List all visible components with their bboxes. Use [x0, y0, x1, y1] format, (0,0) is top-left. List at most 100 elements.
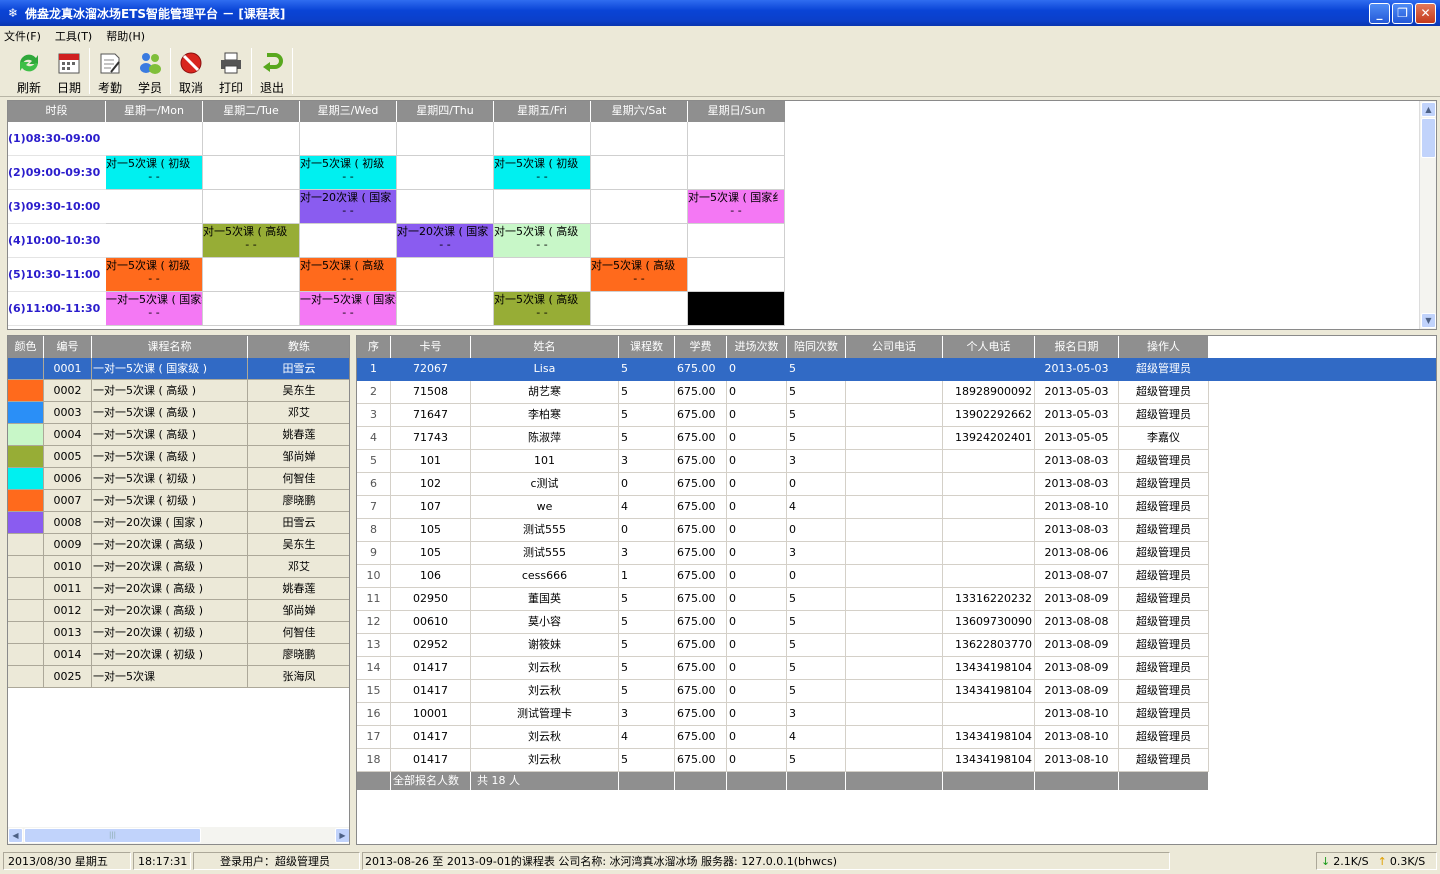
course-row[interactable]: 0003 一对一5次课 ( 高级 ) 邓艾 [8, 402, 349, 424]
timetable-class-cell[interactable]: 对一5次课 ( 高级 - - [300, 258, 397, 292]
course-column-header[interactable]: 颜色 [8, 336, 44, 358]
timetable-class-cell[interactable] [688, 292, 785, 326]
timetable-class-cell[interactable]: 对一5次课 ( 高级 - - [494, 292, 591, 326]
timetable-cell[interactable] [203, 258, 300, 292]
course-row[interactable]: 0014 一对一20次课 ( 初级 ) 廖晓鹏 [8, 644, 349, 666]
cancel-button[interactable]: 取消 [171, 45, 211, 97]
timetable-cell[interactable] [106, 122, 203, 156]
student-column-header[interactable]: 学费 [675, 336, 727, 358]
student-column-header[interactable]: 报名日期 [1035, 336, 1119, 358]
timetable-cell[interactable] [397, 292, 494, 326]
timetable-class-cell[interactable]: 对一5次课 ( 国家纟 - - [688, 190, 785, 224]
timetable-cell[interactable] [397, 258, 494, 292]
student-row[interactable]: 8 105 测试555 0 675.00 0 0 2013-08-03 超级管理员 [357, 519, 1436, 542]
timetable-cell[interactable] [688, 224, 785, 258]
student-column-header[interactable]: 卡号 [391, 336, 471, 358]
timetable-cell[interactable] [591, 156, 688, 190]
course-column-header[interactable]: 教练 [248, 336, 349, 358]
course-column-header[interactable]: 编号 [44, 336, 92, 358]
timetable-class-cell[interactable]: 一对一5次课 ( 国家级 - - [300, 292, 397, 326]
timetable-scrollbar[interactable]: ▲ ▼ [1419, 101, 1436, 329]
timetable-class-cell[interactable]: 对一5次课 ( 初级 - - [494, 156, 591, 190]
course-row[interactable]: 0004 一对一5次课 ( 高级 ) 姚春莲 [8, 424, 349, 446]
hscroll-thumb[interactable]: ||| [24, 828, 201, 843]
student-row[interactable]: 1 72067 Lisa 5 675.00 0 5 2013-05-03 超级管理员 [357, 358, 1436, 381]
timetable-cell[interactable] [203, 292, 300, 326]
attendance-button[interactable]: 考勤 [90, 45, 130, 97]
timetable-class-cell[interactable]: 对一5次课 ( 初级 - - [106, 156, 203, 190]
timetable-cell[interactable] [397, 122, 494, 156]
student-row[interactable]: 17 01417 刘云秋 4 675.00 0 4 13434198104 2013-08-10… [357, 726, 1436, 749]
student-column-header[interactable]: 公司电话 [846, 336, 943, 358]
scroll-left-arrow-icon[interactable]: ◀ [8, 828, 23, 843]
course-list-hscrollbar[interactable]: ◀ ||| ▶ [8, 827, 349, 844]
exit-button[interactable]: 退出 [252, 45, 292, 97]
course-row[interactable]: 0007 一对一5次课 ( 初级 ) 廖晓鹏 [8, 490, 349, 512]
student-row[interactable]: 4 71743 陈淑萍 5 675.00 0 5 13924202401 2013-05-05 李… [357, 427, 1436, 450]
course-row[interactable]: 0012 一对一20次课 ( 高级 ) 邹尚婵 [8, 600, 349, 622]
minimize-button[interactable]: _ [1369, 2, 1390, 24]
timetable-class-cell[interactable]: 对一5次课 ( 初级 - - [106, 258, 203, 292]
timetable-cell[interactable] [591, 122, 688, 156]
student-row[interactable]: 9 105 测试555 3 675.00 0 3 2013-08-06 超级管理员 [357, 542, 1436, 565]
student-column-header[interactable]: 姓名 [471, 336, 619, 358]
timetable-cell[interactable] [203, 122, 300, 156]
timetable-cell[interactable] [688, 258, 785, 292]
course-row[interactable]: 0009 一对一20次课 ( 高级 ) 吴东生 [8, 534, 349, 556]
student-row[interactable]: 15 01417 刘云秋 5 675.00 0 5 13434198104 2013-08-09… [357, 680, 1436, 703]
student-row[interactable]: 12 00610 莫小容 5 675.00 0 5 13609730090 2013-08-08… [357, 611, 1436, 634]
scroll-down-arrow-icon[interactable]: ▼ [1421, 313, 1436, 328]
student-column-header[interactable]: 陪同次数 [787, 336, 846, 358]
timetable-cell[interactable] [591, 190, 688, 224]
course-row[interactable]: 0001 一对一5次课 ( 国家级 ) 田雪云 [8, 358, 349, 380]
timetable-cell[interactable] [106, 190, 203, 224]
timetable-cell[interactable] [300, 122, 397, 156]
timetable-cell[interactable] [106, 224, 203, 258]
refresh-button[interactable]: 刷新 [9, 45, 49, 97]
menu-file[interactable]: 文件(F) [4, 28, 41, 44]
timetable-cell[interactable] [397, 156, 494, 190]
menu-tools[interactable]: 工具(T) [55, 28, 92, 44]
scroll-thumb[interactable] [1421, 118, 1436, 158]
date-button[interactable]: 日期 [49, 45, 89, 97]
student-column-header[interactable]: 进场次数 [727, 336, 787, 358]
course-row[interactable]: 0011 一对一20次课 ( 高级 ) 姚春莲 [8, 578, 349, 600]
student-column-header[interactable]: 序 [357, 336, 391, 358]
student-row[interactable]: 10 106 cess666 1 675.00 0 0 2013-08-07 超级管理员 [357, 565, 1436, 588]
student-row[interactable]: 14 01417 刘云秋 5 675.00 0 5 13434198104 2013-08-09… [357, 657, 1436, 680]
student-row[interactable]: 18 01417 刘云秋 5 675.00 0 5 13434198104 2013-08-10… [357, 749, 1436, 772]
course-row[interactable]: 0005 一对一5次课 ( 高级 ) 邹尚婵 [8, 446, 349, 468]
student-row[interactable]: 13 02952 谢筱妹 5 675.00 0 5 13622803770 2013-08-09… [357, 634, 1436, 657]
timetable-cell[interactable] [494, 122, 591, 156]
timetable-class-cell[interactable]: 对一5次课 ( 高级 - - [203, 224, 300, 258]
course-row[interactable]: 0010 一对一20次课 ( 高级 ) 邓艾 [8, 556, 349, 578]
timetable-cell[interactable] [494, 258, 591, 292]
timetable-cell[interactable] [688, 156, 785, 190]
course-row[interactable]: 0002 一对一5次课 ( 高级 ) 吴东生 [8, 380, 349, 402]
close-button[interactable]: ✕ [1415, 2, 1436, 24]
student-row[interactable]: 5 101 101 3 675.00 0 3 2013-08-03 超级管理员 [357, 450, 1436, 473]
timetable-cell[interactable] [688, 122, 785, 156]
timetable-class-cell[interactable]: 对一20次课 ( 国家 - - [300, 190, 397, 224]
timetable-cell[interactable] [203, 156, 300, 190]
course-column-header[interactable]: 课程名称 [92, 336, 248, 358]
timetable-cell[interactable] [397, 190, 494, 224]
course-row[interactable]: 0008 一对一20次课 ( 国家 ) 田雪云 [8, 512, 349, 534]
student-row[interactable]: 2 71508 胡艺寒 5 675.00 0 5 18928900092 2013-05-03 超… [357, 381, 1436, 404]
student-row[interactable]: 7 107 we 4 675.00 0 4 2013-08-10 超级管理员 [357, 496, 1436, 519]
course-row[interactable]: 0013 一对一20次课 ( 初级 ) 何智佳 [8, 622, 349, 644]
timetable-class-cell[interactable]: 对一5次课 ( 高级 - - [494, 224, 591, 258]
timetable-cell[interactable] [203, 190, 300, 224]
timetable-class-cell[interactable]: 对一20次课 ( 国家 - - [397, 224, 494, 258]
timetable-cell[interactable] [591, 224, 688, 258]
student-row[interactable]: 11 02950 董国英 5 675.00 0 5 13316220232 2013-08-09… [357, 588, 1436, 611]
student-button[interactable]: 学员 [130, 45, 170, 97]
timetable-cell[interactable] [494, 190, 591, 224]
timetable-cell[interactable] [300, 224, 397, 258]
print-button[interactable]: 打印 [211, 45, 251, 97]
timetable-class-cell[interactable]: 对一5次课 ( 高级 - - [591, 258, 688, 292]
course-row[interactable]: 0025 一对一5次课 张海凤 [8, 666, 349, 688]
scroll-up-arrow-icon[interactable]: ▲ [1421, 102, 1436, 117]
restore-button[interactable]: ❐ [1392, 2, 1413, 24]
timetable-cell[interactable] [591, 292, 688, 326]
